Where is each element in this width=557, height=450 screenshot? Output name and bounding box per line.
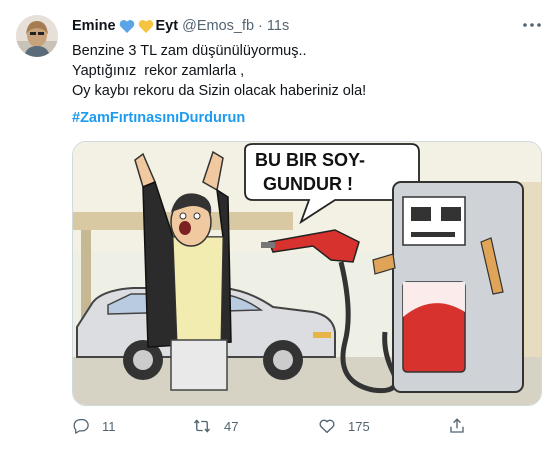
- timestamp[interactable]: 11s: [267, 18, 289, 34]
- tweet-header: Emine Eyt @Emos_fb · 11s: [72, 16, 289, 36]
- tweet[interactable]: Emine Eyt @Emos_fb · 11s Benzine 3 TL za…: [0, 0, 557, 450]
- tweet-text-line: Yaptığınız rekor zamlarla ,: [72, 63, 245, 79]
- avatar[interactable]: [16, 15, 58, 57]
- more-options-icon[interactable]: [519, 12, 545, 38]
- reply-icon: [73, 418, 89, 434]
- yellow-heart-icon: [138, 19, 154, 34]
- reply-count: 11: [102, 418, 116, 434]
- separator-dot: ·: [258, 18, 263, 34]
- tweet-actions: 11 47 175: [72, 414, 542, 438]
- hashtag-link[interactable]: #ZamFırtınasınıDurdurun: [72, 110, 245, 126]
- retweet-icon: [193, 419, 211, 433]
- tweet-image[interactable]: BU BIR SOY- GUNDUR !: [72, 141, 542, 406]
- share-button[interactable]: [448, 417, 466, 435]
- display-name-suffix[interactable]: Eyt: [156, 18, 179, 34]
- like-icon: [319, 419, 335, 434]
- like-button[interactable]: 175: [318, 417, 370, 435]
- speech-text: BU BIR SOY-: [255, 150, 365, 170]
- display-name[interactable]: Emine: [72, 18, 116, 34]
- blue-heart-icon: [119, 19, 135, 34]
- speech-text: GUNDUR !: [263, 174, 353, 194]
- like-count: 175: [348, 418, 370, 434]
- retweet-button[interactable]: 47: [192, 417, 238, 435]
- retweet-count: 47: [224, 418, 239, 434]
- share-icon: [450, 418, 464, 433]
- reply-button[interactable]: 11: [72, 417, 116, 435]
- tweet-text-line: Benzine 3 TL zam düşünülüyormuş..: [72, 43, 307, 59]
- tweet-text-line: Oy kaybı rekoru da Sizin olacak haberini…: [72, 83, 367, 99]
- tweet-text: Benzine 3 TL zam düşünülüyormuş.. Yaptığ…: [72, 41, 542, 101]
- user-handle[interactable]: @Emos_fb: [182, 18, 254, 34]
